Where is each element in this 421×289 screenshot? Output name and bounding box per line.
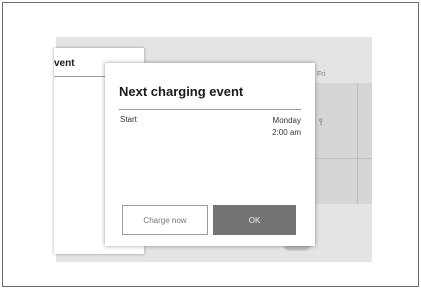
start-label: Start: [120, 115, 137, 124]
ok-button[interactable]: OK: [213, 205, 296, 235]
background-day-label: Fri: [317, 71, 326, 78]
next-charging-event-dialog: Next charging event Start Monday 2:00 am…: [105, 63, 315, 246]
start-day: Monday: [272, 116, 301, 125]
background-dialog-title: vent: [54, 58, 75, 69]
background-calendar-panel: [306, 83, 372, 204]
background-gridline: [357, 83, 358, 204]
divider: [119, 109, 301, 110]
start-value: Monday 2:00 am: [272, 115, 301, 139]
dialog-title: Next charging event: [119, 84, 244, 99]
location-pin-icon: ⫯: [319, 117, 323, 127]
charge-now-button[interactable]: Charge now: [122, 205, 208, 235]
background-gridline: [306, 158, 372, 159]
start-time: 2:00 am: [272, 128, 301, 137]
